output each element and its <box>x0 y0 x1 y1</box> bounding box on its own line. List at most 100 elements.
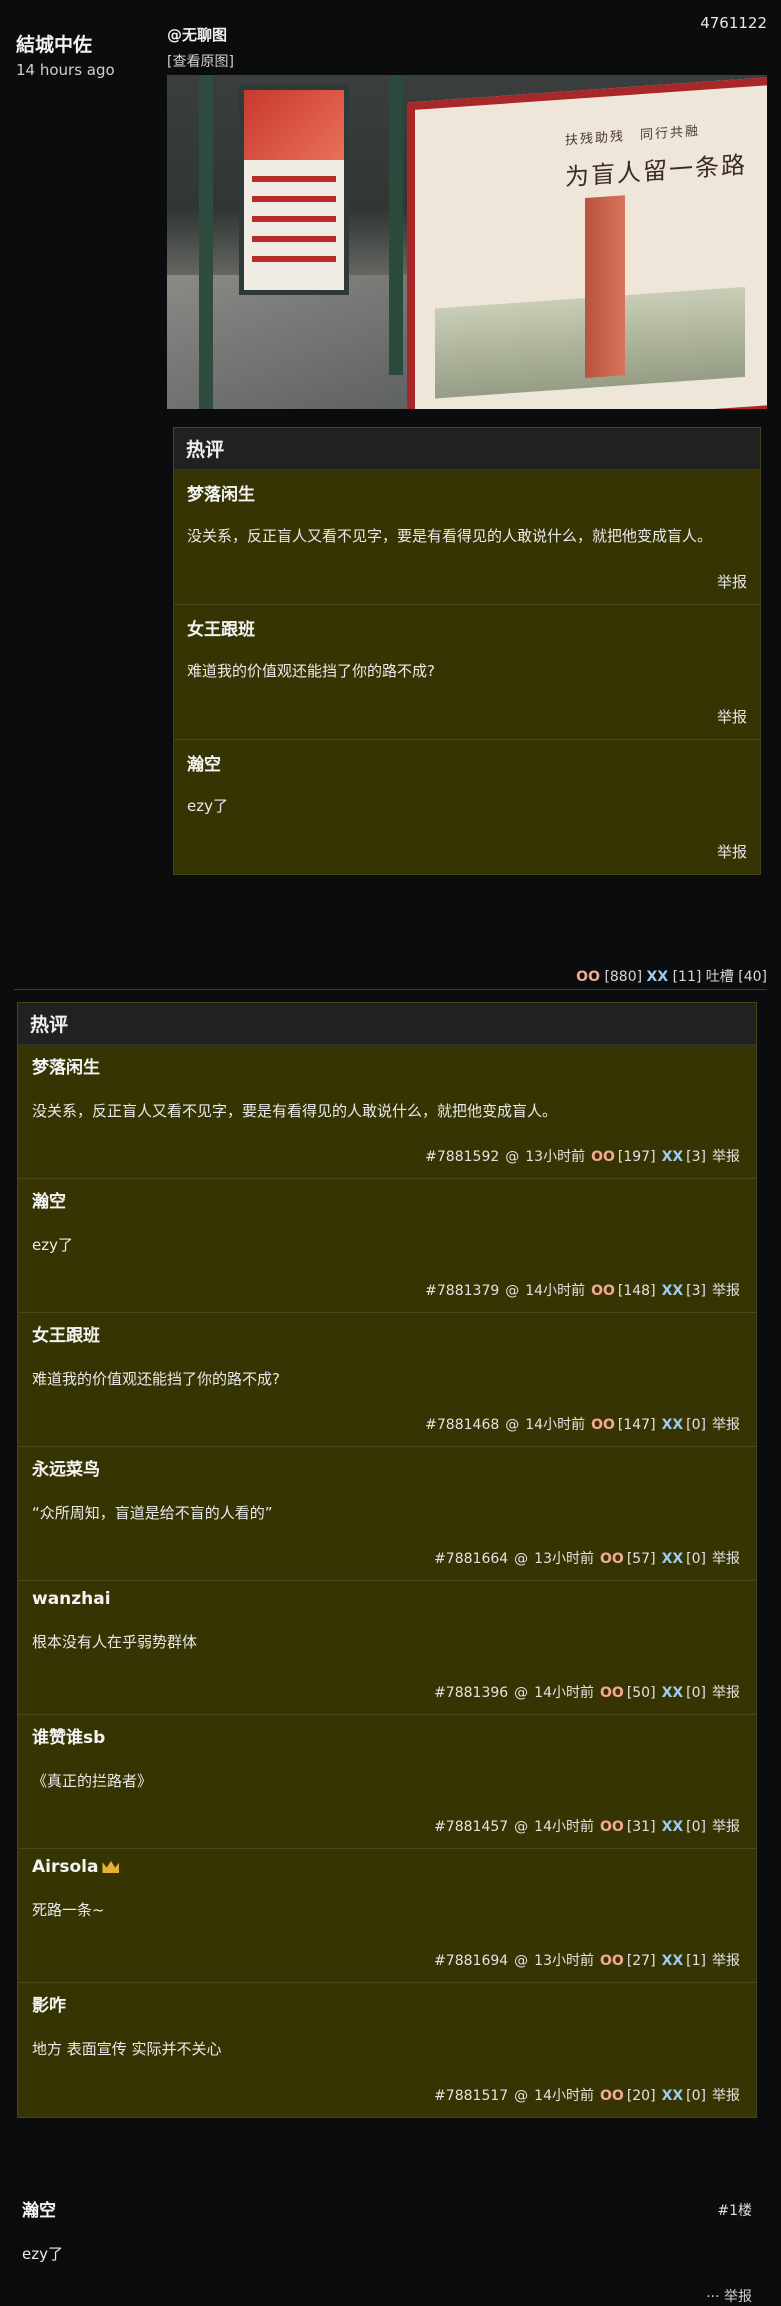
comment-text: 《真正的拦路者》 <box>32 1772 153 1790</box>
xx-count: [0] <box>686 1819 706 1835</box>
hot-comment-row: wanzhai 根本没有人在乎弱势群体 #7881396 @14小时前 OO [50] XX… <box>18 1581 756 1715</box>
comment-author[interactable]: 影咋 <box>32 1991 742 2016</box>
report-button[interactable]: 举报 <box>712 1283 740 1299</box>
oo-vote-button[interactable]: OO <box>600 1685 624 1701</box>
comment-id[interactable]: #7881468 <box>425 1417 499 1433</box>
comment-id[interactable]: #7881694 <box>434 1953 508 1969</box>
hot-comment-row: Airsola 死路一条~ #7881694 @13小时前 OO [27] XX [1] 举报 <box>18 1849 756 1983</box>
hot-comments-inline: 热评 梦落闲生 没关系，反正盲人又看不见字，要是有看得见的人敢说什么，就把他变成… <box>173 427 761 875</box>
xx-count: [0] <box>686 1685 706 1701</box>
oo-vote-button[interactable]: OO <box>600 1953 624 1969</box>
comment-author[interactable]: 永远菜鸟 <box>32 1455 742 1480</box>
xx-vote-button[interactable]: XX <box>662 1283 684 1299</box>
oo-vote-button[interactable]: OO <box>591 1283 615 1299</box>
comment-time: 13小时前 <box>534 1551 594 1567</box>
comment-meta: #7881468 @14小时前 OO [147] XX [0] 举报 <box>419 1414 740 1434</box>
oo-vote-button[interactable]: OO <box>591 1149 615 1165</box>
hot-comment-row: 谁赞谁sb 《真正的拦路者》 #7881457 @14小时前 OO [31] XX [0] 举报 <box>18 1715 756 1849</box>
oo-count: [50] <box>626 1685 656 1701</box>
xx-vote-button[interactable]: XX <box>647 969 669 985</box>
comment-id[interactable]: #7881396 <box>434 1685 508 1701</box>
oo-count: [57] <box>626 1551 656 1567</box>
comment-meta: #7881592 @13小时前 OO [197] XX [3] 举报 <box>419 1146 740 1166</box>
hot-comment: 瀚空 ezy了 举报 <box>174 740 760 874</box>
comment-id[interactable]: #7881379 <box>425 1283 499 1299</box>
report-button[interactable]: 举报 <box>712 1685 740 1701</box>
report-button[interactable]: 举报 <box>712 1551 740 1567</box>
comment-author[interactable]: 女王跟班 <box>187 615 747 640</box>
xx-vote-button[interactable]: XX <box>662 1417 684 1433</box>
oo-vote-button[interactable]: OO <box>591 1417 615 1433</box>
comment-text: “众所周知，盲道是给不盲的人看的” <box>32 1504 273 1522</box>
comment-author[interactable]: wanzhai <box>32 1589 742 1609</box>
comment-author[interactable]: 梦落闲生 <box>32 1053 742 1078</box>
image-slogan-top: 扶残助残 同行共融 <box>565 124 701 149</box>
at-sign: @ <box>514 1685 529 1701</box>
comment-author-name: 影咋 <box>32 1996 66 2016</box>
comment-meta: #7881396 @14小时前 OO [50] XX [0] 举报 <box>428 1682 740 1702</box>
report-button[interactable]: 举报 <box>712 1149 740 1165</box>
comment-author[interactable]: 瀚空 <box>32 1187 742 1212</box>
comment-author[interactable]: 瀚空 <box>187 750 747 775</box>
hot-comments-title: 热评 <box>18 1003 756 1045</box>
post-image[interactable]: 扶残助残 同行共融 为盲人留一条路 <box>167 75 767 409</box>
comment-meta: #7881664 @13小时前 OO [57] XX [0] 举报 <box>428 1548 740 1568</box>
image-bus-stop-poster <box>239 85 349 295</box>
oo-vote-button[interactable]: OO <box>600 1551 624 1567</box>
comment-time: 14小时前 <box>525 1283 586 1299</box>
oo-count: [197] <box>617 1149 656 1165</box>
xx-vote-button[interactable]: XX <box>662 1819 684 1835</box>
comment-meta: #7881517 @14小时前 OO [20] XX [0] 举报 <box>428 2085 740 2105</box>
at-sign: @ <box>514 1551 529 1567</box>
report-button[interactable]: 举报 <box>712 1417 740 1433</box>
oo-vote-button[interactable]: OO <box>576 969 600 985</box>
at-sign: @ <box>514 1819 529 1835</box>
comment-text: 死路一条~ <box>32 1901 105 1919</box>
post-vote-bar: OO [880] XX [11] 吐槽 [40] <box>576 966 767 986</box>
image-pole <box>199 75 213 409</box>
tucao-button[interactable]: 吐槽 <box>706 969 734 985</box>
report-button[interactable]: 举报 <box>712 1819 740 1835</box>
xx-vote-button[interactable]: XX <box>662 1551 684 1567</box>
post-author[interactable]: 結城中佐 <box>16 30 115 57</box>
comment-author-name: Airsola <box>32 1857 99 1877</box>
oo-count: [148] <box>617 1283 656 1299</box>
xx-count: [11] <box>672 969 702 985</box>
oo-count: [880] <box>604 969 643 985</box>
tucao-count: [40] <box>738 969 767 985</box>
comment-author-name: 梦落闲生 <box>32 1058 100 1078</box>
xx-vote-button[interactable]: XX <box>662 2088 684 2104</box>
comment-time: 14小时前 <box>525 1417 586 1433</box>
post-source: @无聊图 <box>167 26 228 44</box>
report-button[interactable]: 举报 <box>187 706 747 727</box>
oo-vote-button[interactable]: OO <box>600 1819 624 1835</box>
xx-vote-button[interactable]: XX <box>662 1685 684 1701</box>
view-original-link[interactable]: [查看原图] <box>167 51 234 71</box>
comment-id[interactable]: #7881457 <box>434 1819 508 1835</box>
image-pole <box>389 75 403 375</box>
comment-id[interactable]: #7881664 <box>434 1551 508 1567</box>
hot-comments-list: 热评 梦落闲生没关系，反正盲人又看不见字，要是有看得见的人敢说什么，就把他变成盲… <box>17 1002 757 2118</box>
report-button[interactable]: 举报 <box>187 841 747 862</box>
comment-author-name: 瀚空 <box>32 1192 66 1212</box>
comment-author[interactable]: Airsola <box>32 1857 742 1877</box>
comment-time: 13小时前 <box>534 1953 594 1969</box>
xx-count: [3] <box>686 1149 706 1165</box>
hot-comment: 梦落闲生 没关系，反正盲人又看不见字，要是有看得见的人敢说什么，就把他变成盲人。… <box>174 470 760 605</box>
report-button[interactable]: 举报 <box>712 2088 740 2104</box>
comment-text: 根本没有人在乎弱势群体 <box>32 1633 198 1651</box>
oo-vote-button[interactable]: OO <box>600 2088 624 2104</box>
report-button[interactable]: 举报 <box>187 571 747 592</box>
comment-author[interactable]: 谁赞谁sb <box>32 1723 742 1748</box>
comment-text: ezy了 <box>32 1236 73 1254</box>
comment-id[interactable]: #7881517 <box>434 2088 508 2104</box>
xx-vote-button[interactable]: XX <box>662 1953 684 1969</box>
comment-id[interactable]: #7881592 <box>425 1149 499 1165</box>
report-button[interactable]: 举报 <box>712 1953 740 1969</box>
reply-author[interactable]: 瀚空 <box>22 2196 752 2221</box>
comment-author[interactable]: 女王跟班 <box>32 1321 742 1346</box>
oo-count: [147] <box>617 1417 656 1433</box>
comment-text: 没关系，反正盲人又看不见字，要是有看得见的人敢说什么，就把他变成盲人。 <box>32 1102 558 1120</box>
xx-vote-button[interactable]: XX <box>662 1149 684 1165</box>
comment-author[interactable]: 梦落闲生 <box>187 480 747 505</box>
